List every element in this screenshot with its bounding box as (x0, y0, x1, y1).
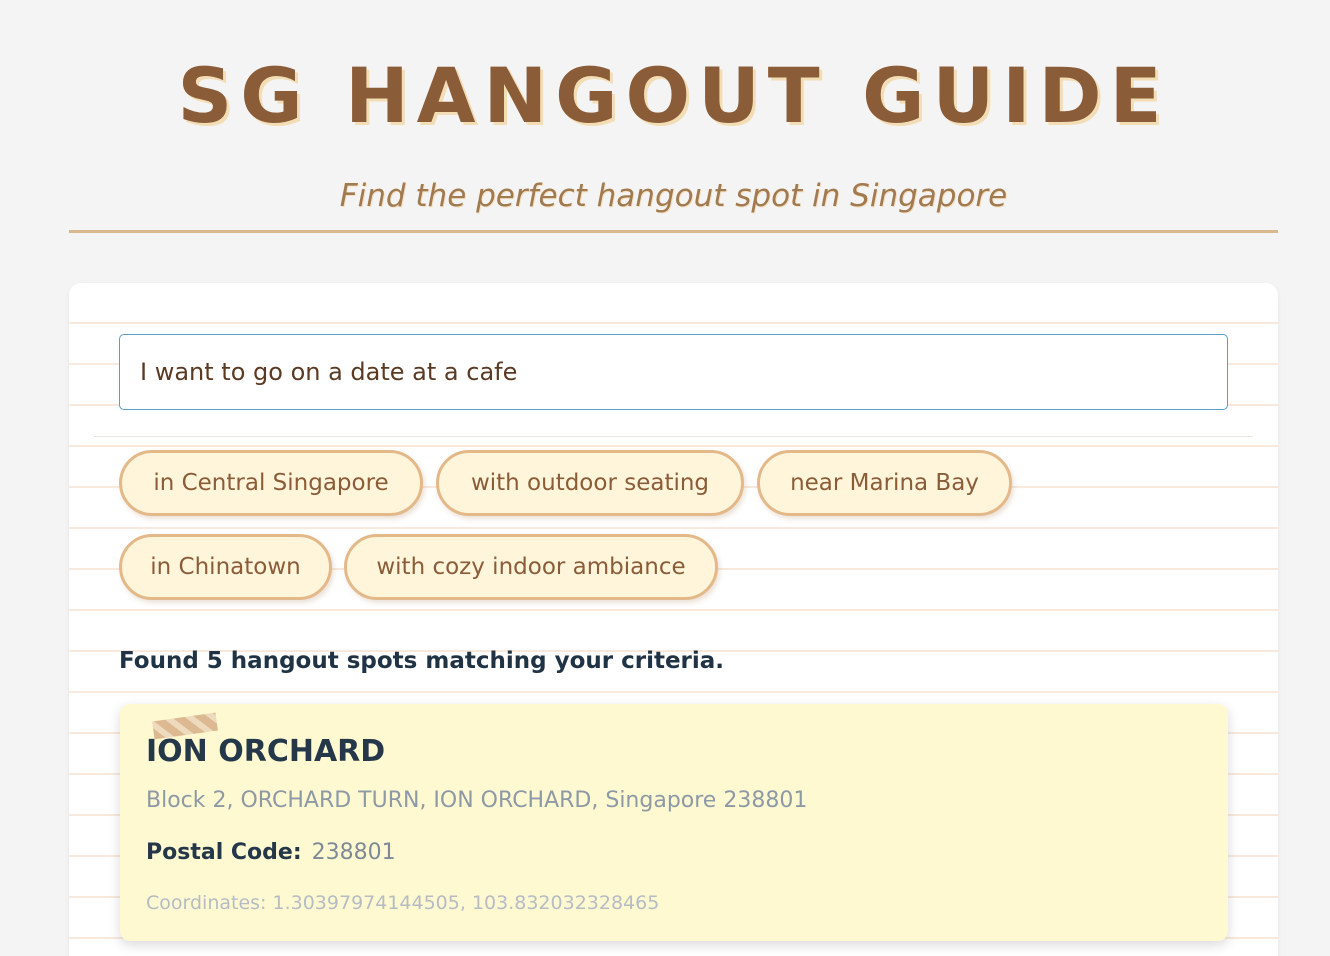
suggestion-chip-cozy-indoor[interactable]: with cozy indoor ambiance (344, 534, 718, 600)
suggestion-chip-central-singapore[interactable]: in Central Singapore (119, 450, 423, 516)
result-postal: Postal Code: 238801 (146, 838, 396, 868)
app-title: SG HANGOUT GUIDE (177, 51, 1170, 140)
search-input[interactable] (119, 334, 1228, 410)
postal-code-value: 238801 (311, 840, 396, 865)
suggestion-chip-chinatown[interactable]: in Chinatown (119, 534, 332, 600)
result-card[interactable]: ION ORCHARD Block 2, ORCHARD TURN, ION O… (120, 704, 1228, 941)
result-coordinates: Coordinates: 1.30397974144505, 103.83203… (146, 892, 660, 914)
result-address: Block 2, ORCHARD TURN, ION ORCHARD, Sing… (146, 788, 808, 813)
suggestion-chip-marina-bay[interactable]: near Marina Bay (757, 450, 1012, 516)
results-summary: Found 5 hangout spots matching your crit… (119, 648, 725, 674)
page: SG HANGOUT GUIDE Find the perfect hangou… (0, 0, 1330, 956)
suggestion-chip-outdoor-seating[interactable]: with outdoor seating (436, 450, 744, 516)
divider (94, 436, 1253, 437)
postal-code-label: Postal Code: (146, 840, 302, 865)
result-title: ION ORCHARD (146, 734, 386, 769)
app-subtitle: Find the perfect hangout spot in Singapo… (339, 178, 1008, 214)
header: SG HANGOUT GUIDE Find the perfect hangou… (69, 0, 1278, 233)
main-panel: in Central Singapore with outdoor seatin… (69, 283, 1278, 956)
